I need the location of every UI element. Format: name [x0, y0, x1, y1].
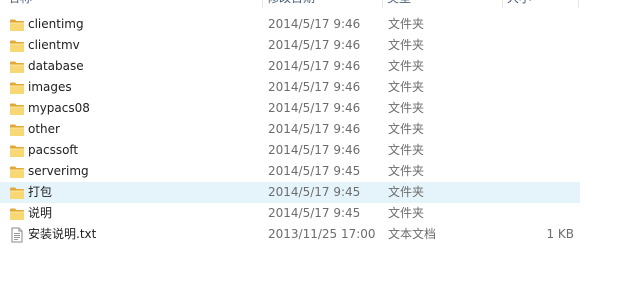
- file-type: 文件夹: [388, 59, 425, 73]
- file-row[interactable]: database 2014/5/17 9:46 文件夹: [0, 56, 580, 77]
- file-size: [508, 120, 574, 139]
- file-name: 说明: [28, 206, 53, 220]
- file-type: 文本文档: [388, 227, 437, 241]
- file-modified-date: 2014/5/17 9:45: [268, 206, 361, 220]
- folder-icon: [9, 60, 25, 74]
- folder-icon: [9, 81, 25, 95]
- file-type: 文件夹: [388, 38, 425, 52]
- file-size: 1 KB: [546, 227, 574, 241]
- file-modified-date: 2014/5/17 9:46: [268, 59, 361, 73]
- file-size: [508, 36, 574, 55]
- column-header-row: 名称 修改日期 类型 大小: [0, 0, 642, 8]
- file-modified-date: 2014/5/17 9:46: [268, 101, 361, 115]
- folder-icon: [9, 186, 25, 200]
- file-modified-date: 2014/5/17 9:46: [268, 17, 361, 31]
- file-explorer: 名称 修改日期 类型 大小 clientimg 2014/5/17 9:46 文件夹…: [0, 0, 642, 292]
- file-type: 文件夹: [388, 206, 425, 220]
- folder-icon: [9, 123, 25, 137]
- file-row[interactable]: 说明 2014/5/17 9:45 文件夹: [0, 203, 580, 224]
- column-header-date[interactable]: 修改日期: [267, 0, 315, 8]
- file-name: pacssoft: [28, 143, 79, 157]
- file-row[interactable]: pacssoft 2014/5/17 9:46 文件夹: [0, 140, 580, 161]
- folder-icon: [9, 102, 25, 116]
- file-modified-date: 2014/5/17 9:45: [268, 164, 361, 178]
- file-size: [508, 183, 574, 202]
- file-modified-date: 2014/5/17 9:46: [268, 143, 361, 157]
- file-type: 文件夹: [388, 17, 425, 31]
- folder-icon: [9, 165, 25, 179]
- file-name: clientmv: [28, 38, 80, 52]
- file-type: 文件夹: [388, 164, 425, 178]
- file-row[interactable]: 安装说明.txt 2013/11/25 17:00 文本文档 1 KB: [0, 224, 580, 245]
- file-size: [508, 162, 574, 181]
- column-divider[interactable]: [382, 0, 383, 8]
- column-header-type[interactable]: 类型: [387, 0, 411, 8]
- file-row[interactable]: mypacs08 2014/5/17 9:46 文件夹: [0, 98, 580, 119]
- column-divider[interactable]: [578, 0, 579, 8]
- file-type: 文件夹: [388, 101, 425, 115]
- column-header-size[interactable]: 大小: [507, 0, 531, 8]
- folder-icon: [9, 18, 25, 32]
- file-size: [508, 204, 574, 223]
- folder-icon: [9, 144, 25, 158]
- file-size: [508, 141, 574, 160]
- file-name: clientimg: [28, 17, 84, 31]
- file-row[interactable]: clientmv 2014/5/17 9:46 文件夹: [0, 35, 580, 56]
- file-modified-date: 2014/5/17 9:45: [268, 185, 361, 199]
- file-name: 打包: [28, 185, 53, 199]
- folder-icon: [9, 207, 25, 221]
- file-size: [508, 99, 574, 118]
- file-row[interactable]: serverimg 2014/5/17 9:45 文件夹: [0, 161, 580, 182]
- file-modified-date: 2014/5/17 9:46: [268, 80, 361, 94]
- file-modified-date: 2013/11/25 17:00: [268, 227, 376, 241]
- file-size: [508, 15, 574, 34]
- file-modified-date: 2014/5/17 9:46: [268, 38, 361, 52]
- file-modified-date: 2014/5/17 9:46: [268, 122, 361, 136]
- file-type: 文件夹: [388, 185, 425, 199]
- text-file-icon: [9, 227, 25, 243]
- file-name: images: [28, 80, 72, 94]
- file-row[interactable]: images 2014/5/17 9:46 文件夹: [0, 77, 580, 98]
- column-divider[interactable]: [502, 0, 503, 8]
- column-header-name[interactable]: 名称: [8, 0, 32, 8]
- file-name: database: [28, 59, 84, 73]
- folder-icon: [9, 39, 25, 53]
- file-size: [508, 57, 574, 76]
- file-row[interactable]: 打包 2014/5/17 9:45 文件夹: [0, 182, 580, 203]
- file-type: 文件夹: [388, 122, 425, 136]
- file-size: [508, 78, 574, 97]
- file-row[interactable]: clientimg 2014/5/17 9:46 文件夹: [0, 14, 580, 35]
- file-type: 文件夹: [388, 80, 425, 94]
- file-name: mypacs08: [28, 101, 90, 115]
- file-name: other: [28, 122, 60, 136]
- column-divider[interactable]: [262, 0, 263, 8]
- file-row[interactable]: other 2014/5/17 9:46 文件夹: [0, 119, 580, 140]
- file-name: serverimg: [28, 164, 89, 178]
- file-name: 安装说明.txt: [28, 227, 97, 241]
- file-type: 文件夹: [388, 143, 425, 157]
